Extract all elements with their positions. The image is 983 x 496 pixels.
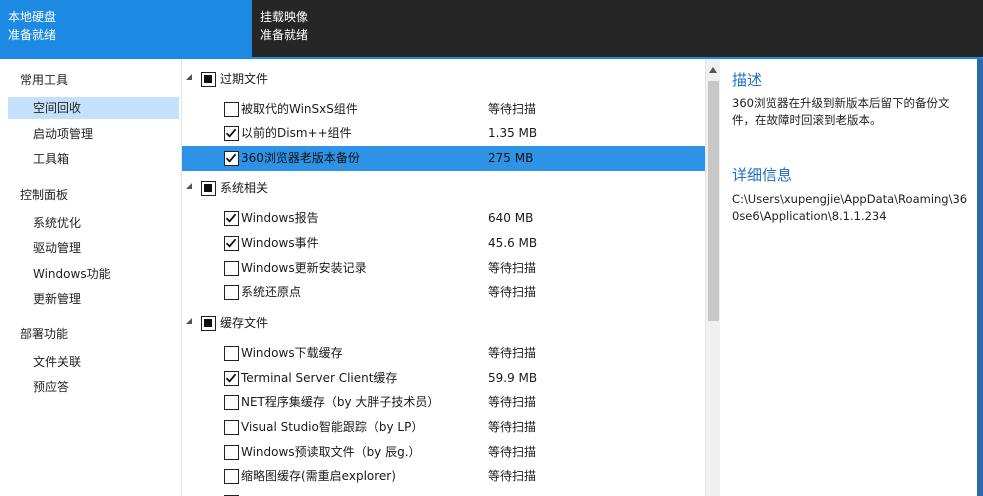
item-label: 被取代的WinSxS组件 xyxy=(241,102,358,116)
item-size: 等待扫描 xyxy=(488,102,537,116)
sidebar-item-pre-answer[interactable]: 预应答 xyxy=(8,376,179,398)
group-label: 系统相关 xyxy=(220,181,269,195)
item-checkbox-checked[interactable] xyxy=(224,236,239,251)
tree-group-system[interactable]: 系统相关 xyxy=(182,176,705,201)
item-size: 等待扫描 xyxy=(488,469,537,483)
item-label: Windows报告 xyxy=(241,211,319,225)
item-size: 等待扫描 xyxy=(488,395,537,409)
item-label: Windows更新安装记录 xyxy=(241,261,367,275)
group-checkbox[interactable] xyxy=(201,72,216,87)
window-edge xyxy=(977,59,983,496)
tab-mounted-image[interactable]: 挂载映像 准备就绪 xyxy=(252,0,975,57)
tree-item[interactable]: Windows预读取文件（by 辰g.） 等待扫描 xyxy=(182,440,705,465)
item-checkbox[interactable] xyxy=(224,285,239,300)
tree-item[interactable]: NET程序集缓存（by 大胖子技术员） 等待扫描 xyxy=(182,390,705,415)
tab-title: 挂载映像 xyxy=(260,10,309,24)
sidebar-category-deploy[interactable]: 部署功能 xyxy=(20,325,68,342)
item-label: 360浏览器老版本备份 xyxy=(241,151,360,165)
sidebar-item-windows-features[interactable]: Windows功能 xyxy=(8,263,179,285)
group-label: 过期文件 xyxy=(220,72,269,86)
item-label: 系统还原点 xyxy=(241,285,302,299)
item-label: Visual Studio智能跟踪（by LP） xyxy=(241,420,424,434)
tab-status: 准备就绪 xyxy=(260,28,309,42)
item-size: 等待扫描 xyxy=(488,445,537,459)
tree-scrollbar[interactable] xyxy=(705,59,720,496)
description-text: 360浏览器在升级到新版本后留下的备份文件，在故障时回滚到老版本。 xyxy=(732,96,950,127)
collapse-arrow-icon[interactable] xyxy=(186,74,192,80)
item-checkbox[interactable] xyxy=(224,395,239,410)
tree-item[interactable]: 被取代的WinSxS组件 等待扫描 xyxy=(182,97,705,122)
tab-local-disk[interactable]: 本地硬盘 准备就绪 xyxy=(0,0,252,57)
tree-group-cache[interactable]: 缓存文件 xyxy=(182,311,705,336)
item-checkbox[interactable] xyxy=(224,102,239,117)
scroll-thumb[interactable] xyxy=(708,81,719,321)
item-checkbox-checked[interactable] xyxy=(224,371,239,386)
item-checkbox[interactable] xyxy=(224,469,239,484)
item-size: 275 MB xyxy=(488,151,534,165)
item-size: 640 MB xyxy=(488,211,534,225)
tree-item[interactable]: Visual Studio智能跟踪（by LP） 等待扫描 xyxy=(182,415,705,440)
tree-item[interactable]: Terminal Server Client缓存 59.9 MB xyxy=(182,366,705,391)
tree-item[interactable]: Windows报告 640 MB xyxy=(182,206,705,231)
group-checkbox[interactable] xyxy=(201,181,216,196)
sidebar-item-file-association[interactable]: 文件关联 xyxy=(8,351,179,373)
group-label: 缓存文件 xyxy=(220,316,269,330)
sidebar-item-toolbox[interactable]: 工具箱 xyxy=(8,148,179,170)
item-checkbox[interactable] xyxy=(224,261,239,276)
group-checkbox[interactable] xyxy=(201,316,216,331)
tree-item[interactable]: Windows更新安装记录 等待扫描 xyxy=(182,256,705,281)
tree-item-selected[interactable]: 360浏览器老版本备份 275 MB xyxy=(182,146,705,171)
item-checkbox-checked[interactable] xyxy=(224,211,239,226)
tree-item[interactable]: 以前的Dism++组件 1.35 MB xyxy=(182,121,705,146)
sidebar-item-startup-manager[interactable]: 启动项管理 xyxy=(8,123,179,145)
item-size: 等待扫描 xyxy=(488,346,537,360)
tree-item-partial[interactable] xyxy=(182,490,705,496)
item-size: 59.9 MB xyxy=(488,371,538,385)
sidebar-item-system-optimize[interactable]: 系统优化 xyxy=(8,212,179,234)
item-label: Windows事件 xyxy=(241,236,319,250)
item-checkbox-checked[interactable] xyxy=(224,151,239,166)
tab-status: 准备就绪 xyxy=(8,28,57,42)
item-size: 等待扫描 xyxy=(488,420,537,434)
sidebar-item-driver-manager[interactable]: 驱动管理 xyxy=(8,237,179,259)
item-label: Terminal Server Client缓存 xyxy=(241,371,398,385)
scroll-up-arrow-icon[interactable] xyxy=(709,67,717,73)
item-label: Windows预读取文件（by 辰g.） xyxy=(241,445,421,459)
sidebar-item-space-reclaim[interactable]: 空间回收 xyxy=(8,97,179,119)
sidebar-nav: 常用工具 空间回收 启动项管理 工具箱 控制面板 系统优化 驱动管理 Windo… xyxy=(0,59,182,496)
cleanup-tree: 过期文件 被取代的WinSxS组件 等待扫描 以前的Dism++组件 1.35 … xyxy=(182,59,705,496)
collapse-arrow-icon[interactable] xyxy=(186,183,192,189)
top-tab-bar: 本地硬盘 准备就绪 挂载映像 准备就绪 xyxy=(0,0,983,57)
item-size: 等待扫描 xyxy=(488,261,537,275)
item-size: 等待扫描 xyxy=(488,285,537,299)
item-size: 1.35 MB xyxy=(488,126,538,140)
tree-item[interactable]: Windows事件 45.6 MB xyxy=(182,231,705,256)
item-label: 缩略图缓存(需重启explorer) xyxy=(241,469,396,483)
description-heading: 描述 xyxy=(732,71,763,89)
sidebar-category-common-tools[interactable]: 常用工具 xyxy=(20,71,68,88)
item-size: 45.6 MB xyxy=(488,236,538,250)
item-checkbox[interactable] xyxy=(224,346,239,361)
item-checkbox[interactable] xyxy=(224,445,239,460)
item-label: Windows下载缓存 xyxy=(241,346,343,360)
tree-item[interactable]: Windows下载缓存 等待扫描 xyxy=(182,341,705,366)
sidebar-item-update-manager[interactable]: 更新管理 xyxy=(8,288,179,310)
item-label: 以前的Dism++组件 xyxy=(241,126,352,140)
details-heading: 详细信息 xyxy=(732,166,793,184)
item-checkbox-checked[interactable] xyxy=(224,126,239,141)
tree-item[interactable]: 缩略图缓存(需重启explorer) 等待扫描 xyxy=(182,464,705,489)
details-path: C:\Users\xupengjie\AppData\Roaming\360se… xyxy=(732,192,968,223)
sidebar-category-control-panel[interactable]: 控制面板 xyxy=(20,186,68,203)
item-checkbox[interactable] xyxy=(224,420,239,435)
collapse-arrow-icon[interactable] xyxy=(186,318,192,324)
item-label: NET程序集缓存（by 大胖子技术员） xyxy=(241,395,440,409)
tree-group-expired-files[interactable]: 过期文件 xyxy=(182,67,705,92)
description-panel: 描述 360浏览器在升级到新版本后留下的备份文件，在故障时回滚到老版本。 详细信… xyxy=(720,59,977,496)
tab-title: 本地硬盘 xyxy=(8,10,57,24)
tree-item[interactable]: 系统还原点 等待扫描 xyxy=(182,280,705,305)
